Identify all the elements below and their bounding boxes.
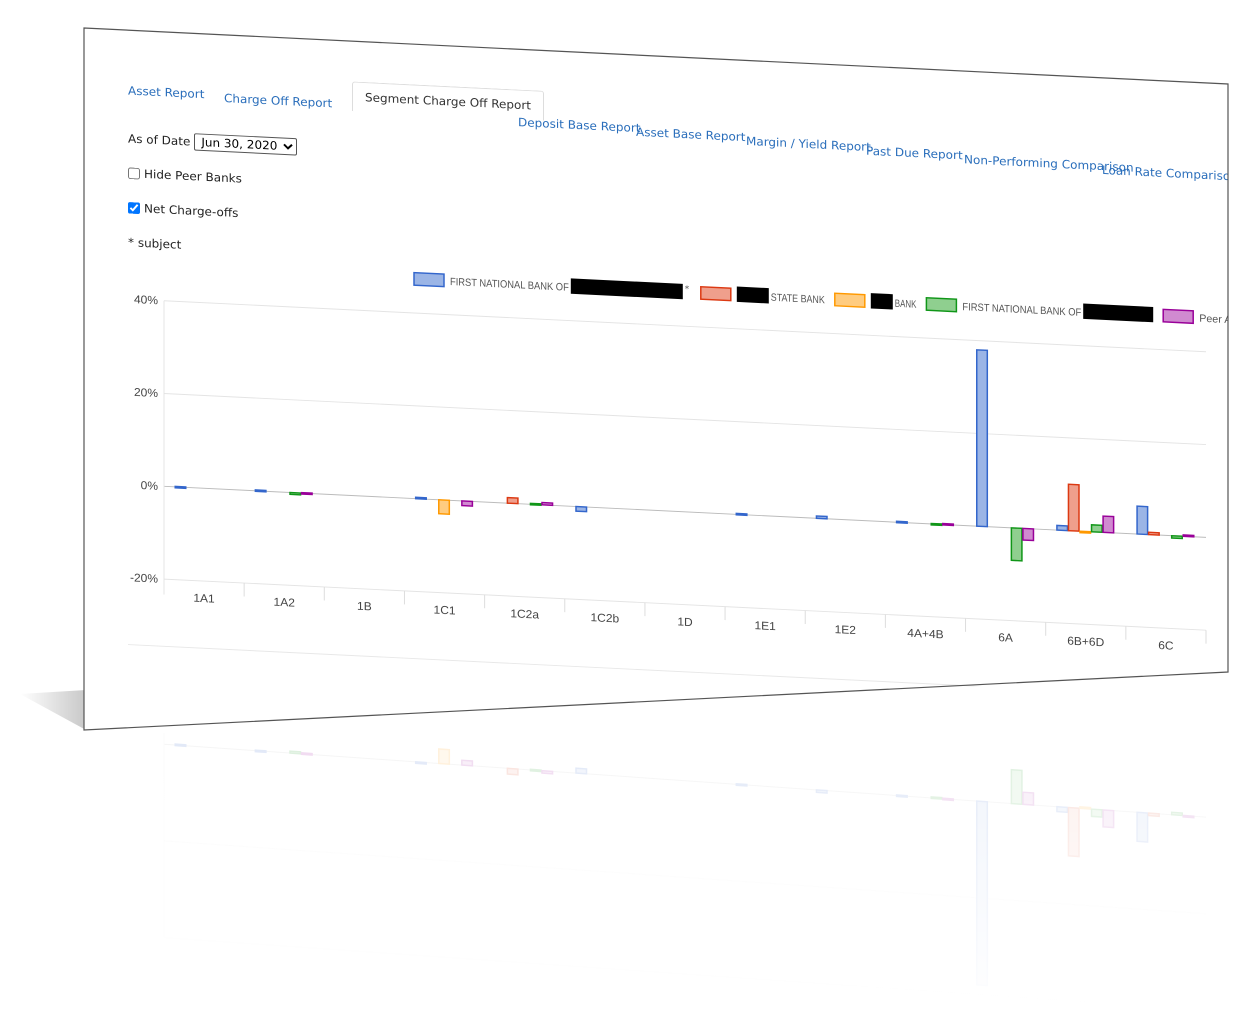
screenshot-stage: Asset Report Charge Off Report Segment C… xyxy=(0,0,1256,1022)
x-tick-label: 1A1 xyxy=(193,592,214,606)
tab-asset-base-report[interactable]: Asset Base Report xyxy=(636,125,745,144)
chart-bottom-divider xyxy=(128,644,1206,698)
x-tick-label: 1D xyxy=(677,616,692,629)
x-tick-label: 6B+6D xyxy=(1067,635,1104,650)
bar-6B+6D-series-1 xyxy=(1067,483,1080,532)
legend-swatch-1 xyxy=(700,285,732,302)
legend-redaction-1 xyxy=(736,286,769,304)
legend-swatch-2 xyxy=(834,292,866,308)
legend-redaction-0 xyxy=(570,278,683,300)
bar-1C2b-series-0 xyxy=(575,505,588,513)
x-tick-label: 6A xyxy=(998,631,1013,644)
legend-label-0: FIRST NATIONAL BANK OF xyxy=(450,276,569,294)
x-tick-label: 1E2 xyxy=(835,623,856,637)
x-tick-label: 1C1 xyxy=(434,604,456,618)
tab-loan-rate-comparison[interactable]: Loan Rate Comparison xyxy=(1102,163,1228,183)
bar-6B+6D-series-2 xyxy=(1079,530,1092,534)
tab-asset-report[interactable]: Asset Report xyxy=(128,84,204,101)
legend-label-3: FIRST NATIONAL BANK OF xyxy=(962,301,1081,319)
legend-redaction-2 xyxy=(870,293,893,310)
bar-1E2-series-0 xyxy=(815,515,828,520)
y-tick-label: 40% xyxy=(134,293,159,307)
bar-1C1-series-2 xyxy=(438,499,451,515)
legend-subject-marker: * xyxy=(685,285,690,295)
bar-6C-series-1 xyxy=(1147,531,1160,536)
bar-6C-series-0 xyxy=(1136,505,1149,536)
subject-note: * subject xyxy=(128,235,182,252)
bar-1C2a-series-4 xyxy=(541,501,554,507)
tab-past-due-report[interactable]: Past Due Report xyxy=(866,144,963,162)
net-chargeoffs-label: Net Charge-offs xyxy=(144,201,239,220)
reflection-fade xyxy=(84,733,1234,1022)
bar-1C1-series-0 xyxy=(414,496,427,500)
bar-1C2a-series-3 xyxy=(529,502,542,507)
gridline xyxy=(164,485,1206,538)
tab-margin-yield-report[interactable]: Margin / Yield Report xyxy=(746,134,871,154)
segment-chargeoff-chart: 40% 20% 0% -20% 1A1 1A2 1B 1C1 1C2a 1C2b 1D 1E1 1E2 4… xyxy=(128,271,1228,698)
bar-6B+6D-series-3 xyxy=(1090,524,1103,534)
bar-6A-series-3 xyxy=(1010,527,1023,562)
legend-swatch-3 xyxy=(925,297,958,313)
legend-redaction-3 xyxy=(1083,303,1154,323)
panel-shadow xyxy=(20,690,86,730)
tab-segment-charge-off-report[interactable]: Segment Charge Off Report xyxy=(352,81,544,121)
x-tick-label: 4A+4B xyxy=(907,627,943,642)
hide-peer-banks-label: Hide Peer Banks xyxy=(144,167,242,186)
legend-swatch-0 xyxy=(413,271,445,288)
bar-4A+4B-series-4 xyxy=(942,522,955,527)
bar-4A+4B-series-0 xyxy=(895,520,908,525)
bar-6A-series-4 xyxy=(1022,527,1035,542)
y-tick-label: 20% xyxy=(134,386,159,400)
y-tick-label: -20% xyxy=(130,572,159,586)
legend-swatch-4 xyxy=(1162,308,1194,325)
report-panel: Asset Report Charge Off Report Segment C… xyxy=(84,28,1228,730)
x-tick-label: 1C2a xyxy=(510,607,539,621)
bar-1C1-series-4 xyxy=(461,500,474,507)
x-tick-label: 1C2b xyxy=(591,611,620,625)
legend-label-4: Peer Average xyxy=(1199,313,1228,328)
x-tick-label: 1B xyxy=(357,600,372,613)
bar-6C-series-3 xyxy=(1170,534,1183,540)
bar-1A2-series-4 xyxy=(300,491,313,496)
legend-label-1: STATE BANK xyxy=(771,292,826,306)
gridline xyxy=(164,393,1206,446)
y-tick-label: 0% xyxy=(141,479,159,493)
bar-1A1-series-0 xyxy=(174,485,187,490)
hide-peer-banks-checkbox[interactable] xyxy=(128,167,140,180)
report-content: Asset Report Charge Off Report Segment C… xyxy=(84,28,1228,730)
as-of-date-label: As of Date xyxy=(128,131,191,149)
net-chargeoffs-checkbox[interactable] xyxy=(128,201,140,215)
bar-6A-series-0 xyxy=(976,349,989,528)
bar-1A2-series-3 xyxy=(289,491,302,496)
bar-6B+6D-series-0 xyxy=(1056,524,1069,532)
legend-label-2: BANK xyxy=(895,298,917,311)
bar-1E1-series-0 xyxy=(735,512,748,517)
tab-charge-off-report[interactable]: Charge Off Report xyxy=(224,92,332,111)
x-tick-label: 1E1 xyxy=(754,619,775,633)
x-tick-label: 6C xyxy=(1158,639,1174,653)
bar-1A2-series-0 xyxy=(254,489,267,493)
bar-6B+6D-series-4 xyxy=(1102,515,1115,534)
bar-4A+4B-series-3 xyxy=(930,522,943,527)
x-tick-label: 1A2 xyxy=(274,596,295,610)
bar-1C2a-series-1 xyxy=(506,496,519,505)
as-of-date-select[interactable]: Jun 30, 2020 xyxy=(194,133,298,156)
bar-6C-series-4 xyxy=(1182,534,1195,538)
tab-deposit-base-report[interactable]: Deposit Base Report xyxy=(518,116,641,135)
